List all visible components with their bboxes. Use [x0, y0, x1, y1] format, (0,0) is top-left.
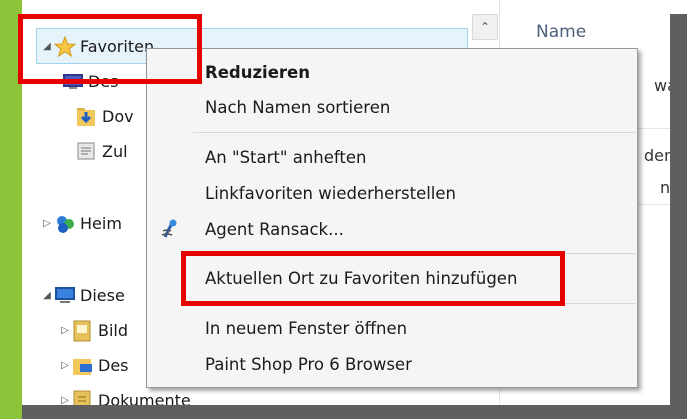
agent-ransack-icon: [159, 217, 181, 239]
expand-arrow-icon[interactable]: ▷: [58, 325, 72, 336]
menu-item-open-in-new-window[interactable]: In neuem Fenster öffnen: [205, 319, 407, 338]
tree-item-label: Zul: [102, 141, 128, 161]
highlight-box-add-to-favorites: [181, 251, 565, 306]
menu-item-restore-favorite-links[interactable]: Linkfavoriten wiederherstellen: [205, 184, 456, 203]
pictures-library-icon: [72, 320, 92, 342]
context-menu: Reduzieren Nach Namen sortieren An "Star…: [146, 48, 638, 388]
right-pane-partial-text-3: n: [660, 178, 671, 197]
expand-arrow-icon[interactable]: ▷: [58, 395, 72, 406]
column-header-name[interactable]: Name: [536, 22, 586, 42]
tree-item-homegroup[interactable]: ▷ Heim: [40, 208, 122, 238]
expand-arrow-icon[interactable]: ◢: [40, 290, 54, 301]
menu-separator: [193, 132, 635, 133]
tree-item-pictures[interactable]: ▷ Bild: [58, 315, 128, 345]
tree-item-downloads[interactable]: Dov: [76, 101, 134, 131]
tree-item-desktop-folder[interactable]: ▷ Des: [58, 350, 129, 380]
this-pc-icon: [54, 285, 75, 305]
tree-item-label: Diese: [80, 285, 125, 305]
recent-places-icon: [76, 141, 96, 161]
right-pane-row-divider: [636, 128, 670, 129]
scroll-up-button[interactable]: ⌃: [472, 14, 498, 40]
screenshot-frame-right: [670, 14, 687, 419]
expand-arrow-icon[interactable]: ▷: [58, 360, 72, 371]
tree-item-this-pc[interactable]: ◢ Diese: [40, 280, 125, 310]
tree-item-label: Heim: [80, 213, 122, 233]
desktop-folder-icon: [72, 355, 92, 375]
menu-item-pin-to-start[interactable]: An "Start" anheften: [205, 148, 367, 167]
menu-item-agent-ransack[interactable]: Agent Ransack...: [205, 220, 344, 239]
downloads-icon: [76, 106, 96, 126]
right-pane-row-divider: [636, 204, 670, 205]
homegroup-icon: [54, 213, 74, 233]
screenshot-frame-bottom: [22, 405, 687, 419]
expand-arrow-icon[interactable]: ▷: [40, 218, 54, 229]
menu-item-collapse[interactable]: Reduzieren: [205, 63, 310, 82]
menu-item-sort-by-name[interactable]: Nach Namen sortieren: [205, 98, 390, 117]
menu-item-paint-shop-pro-browser[interactable]: Paint Shop Pro 6 Browser: [205, 355, 412, 374]
chevron-up-icon: ⌃: [479, 20, 491, 34]
tree-item-label: Dov: [102, 106, 134, 126]
tree-item-label: Bild: [98, 320, 129, 340]
highlight-box-favorites: [18, 14, 202, 84]
tree-item-label: Des: [98, 355, 129, 375]
tree-item-recent-places[interactable]: Zul: [76, 136, 128, 166]
